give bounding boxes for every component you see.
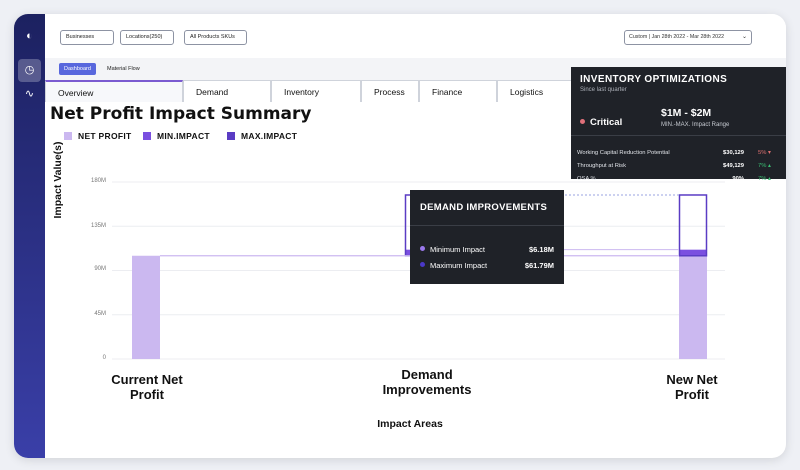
tooltip-row-value: $61.79M xyxy=(524,261,554,270)
inventory-tooltip-subtitle: Since last quarter xyxy=(580,87,627,93)
tooltip-row-max: Maximum Impact $61.79M xyxy=(420,261,554,270)
min-impact-dot-icon xyxy=(420,246,425,251)
inventory-row-label: OSA % xyxy=(577,176,596,182)
max-impact-dot-icon xyxy=(420,262,425,267)
inventory-row: OSA % 90% 7% ▴ xyxy=(577,176,771,182)
inventory-row-label: Throughput at Risk xyxy=(577,163,626,169)
impact-range-label: MIN.-MAX. Impact Range xyxy=(661,122,730,128)
critical-status-label: Critical xyxy=(590,117,623,128)
tooltip-row-label: Maximum Impact xyxy=(430,261,488,270)
max-impact-bar xyxy=(678,194,708,257)
inventory-tooltip-title: INVENTORY OPTIMIZATIONS xyxy=(580,74,728,85)
net-profit-bar xyxy=(132,255,160,359)
inventory-row-label: Working Capital Reduction Potential xyxy=(577,150,670,156)
x-category-new-net-profit: New Net Profit xyxy=(632,372,752,402)
inventory-row-change: 5% ▾ xyxy=(758,150,782,156)
min-impact-bar xyxy=(679,249,707,256)
critical-status: Critical xyxy=(580,117,622,128)
inventory-row-change: 7% ▴ xyxy=(758,176,782,182)
inventory-row: Working Capital Reduction Potential $30,… xyxy=(577,150,771,156)
tooltip-divider xyxy=(571,135,786,136)
tooltip-row-min: Minimum Impact $6.18M xyxy=(420,245,554,254)
trend-down-icon: ▾ xyxy=(768,150,771,156)
tooltip-row-value: $6.18M xyxy=(528,245,554,254)
inventory-row-value: 90% xyxy=(732,176,744,182)
inventory-optimizations-tooltip: INVENTORY OPTIMIZATIONS Since last quart… xyxy=(571,67,786,182)
critical-dot-icon xyxy=(580,119,585,124)
inventory-row-value: $49,129 xyxy=(723,163,744,169)
tooltip-row-label: Minimum Impact xyxy=(430,245,486,254)
x-category-demand-improvements: Demand Improvements xyxy=(367,367,487,397)
x-category-current-net-profit: Current Net Profit xyxy=(87,372,207,402)
inventory-row-value: $30,129 xyxy=(723,150,744,156)
change-value: 7% xyxy=(758,176,767,182)
x-category-label: New Net Profit xyxy=(666,372,718,402)
change-value: 7% xyxy=(758,163,767,169)
x-axis-label: Impact Areas xyxy=(377,418,443,430)
demand-improvements-tooltip: DEMAND IMPROVEMENTS Minimum Impact $6.18… xyxy=(410,190,564,284)
impact-range-value: $1M - $2M xyxy=(661,107,712,119)
net-profit-bar xyxy=(679,255,707,359)
trend-up-icon: ▴ xyxy=(768,163,771,169)
inventory-row: Throughput at Risk $49,129 7% ▴ xyxy=(577,163,771,169)
x-category-label: Current Net Profit xyxy=(111,372,183,402)
trend-up-icon: ▴ xyxy=(768,176,771,182)
inventory-row-change: 7% ▴ xyxy=(758,163,782,169)
change-value: 5% xyxy=(758,150,767,156)
x-category-label: Demand Improvements xyxy=(382,367,472,397)
tooltip-title: DEMAND IMPROVEMENTS xyxy=(410,190,564,226)
